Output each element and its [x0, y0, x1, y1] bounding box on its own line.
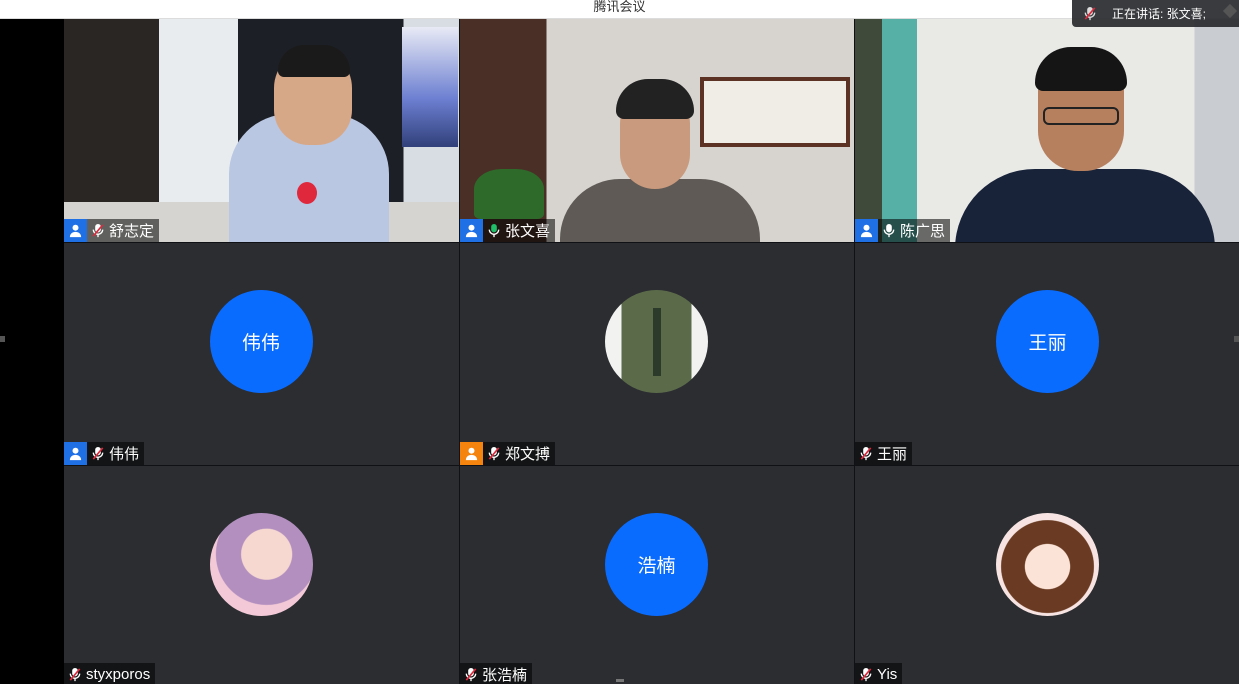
participant-namebar: 张浩楠	[460, 663, 533, 684]
camera-feed	[855, 19, 1239, 242]
participant-namebar: 伟伟	[64, 442, 145, 465]
mic-muted-icon	[486, 442, 502, 465]
left-edge-handle[interactable]	[0, 336, 5, 342]
avatar-photo	[209, 513, 313, 616]
mic-muted-icon	[858, 442, 874, 465]
avatar: 王丽	[996, 290, 1099, 393]
participant-namebar: 陈广思	[855, 219, 951, 242]
participant-tile[interactable]: 郑文搏	[460, 243, 854, 465]
participant-namebar: 王丽	[855, 442, 913, 465]
participant-name: 王丽	[877, 446, 908, 463]
user-icon	[64, 219, 87, 242]
participant-name: Yis	[877, 666, 898, 683]
mic-muted-icon	[858, 663, 874, 684]
camera-feed	[64, 19, 459, 242]
user-icon	[64, 442, 87, 465]
participant-name: 伟伟	[109, 446, 140, 463]
participant-tile[interactable]: 王丽 王丽	[855, 243, 1239, 465]
participant-tile[interactable]: styxporos	[64, 466, 459, 684]
bottom-handle[interactable]	[616, 679, 624, 682]
mic-icon	[881, 219, 897, 242]
camera-feed	[460, 19, 854, 242]
avatar-photo	[605, 290, 708, 393]
participant-name: 郑文搏	[505, 446, 551, 463]
video-grid: 舒志定 张文喜 陈广思 伟伟 伟伟 郑文搏 王丽 王丽 styxporos 浩楠…	[64, 19, 1239, 684]
participant-tile[interactable]: 伟伟 伟伟	[64, 243, 459, 465]
participant-namebar: 舒志定	[64, 219, 160, 242]
mic-muted-icon	[463, 663, 479, 684]
user-icon	[460, 219, 483, 242]
participant-namebar: Yis	[855, 663, 903, 684]
participant-name: 张浩楠	[482, 667, 528, 684]
participant-name: 张文喜	[505, 223, 551, 240]
participant-namebar: 张文喜	[460, 219, 556, 242]
participant-name: styxporos	[86, 666, 151, 683]
mic-muted-icon	[67, 663, 83, 684]
participant-tile-active[interactable]: 张文喜	[460, 19, 854, 242]
participant-name: 舒志定	[109, 223, 155, 240]
participant-namebar: styxporos	[64, 663, 156, 684]
host-user-icon	[460, 442, 483, 465]
avatar: 伟伟	[209, 290, 313, 393]
avatar-photo	[996, 513, 1099, 616]
left-margin	[0, 19, 64, 684]
speaking-text: 正在讲话: 张文喜;	[1112, 7, 1207, 21]
speaking-indicator: 正在讲话: 张文喜;	[1072, 0, 1239, 27]
participant-namebar: 郑文搏	[460, 442, 556, 465]
participant-tile[interactable]: Yis	[855, 466, 1239, 684]
participant-tile[interactable]: 舒志定	[64, 19, 459, 242]
collapse-icon[interactable]	[1222, 3, 1238, 19]
right-edge-handle[interactable]	[1234, 336, 1239, 342]
participant-name: 陈广思	[900, 223, 946, 240]
avatar: 浩楠	[605, 513, 708, 616]
mic-muted-icon	[90, 442, 106, 465]
mic-muted-icon	[1082, 2, 1098, 25]
title-bar: 腾讯会议	[0, 0, 1239, 19]
participant-tile[interactable]: 浩楠 张浩楠	[460, 466, 854, 684]
participant-tile[interactable]: 陈广思	[855, 19, 1239, 242]
window-title: 腾讯会议	[593, 0, 646, 14]
mic-speaking-icon	[486, 219, 502, 242]
user-icon	[855, 219, 878, 242]
mic-muted-icon	[90, 219, 106, 242]
